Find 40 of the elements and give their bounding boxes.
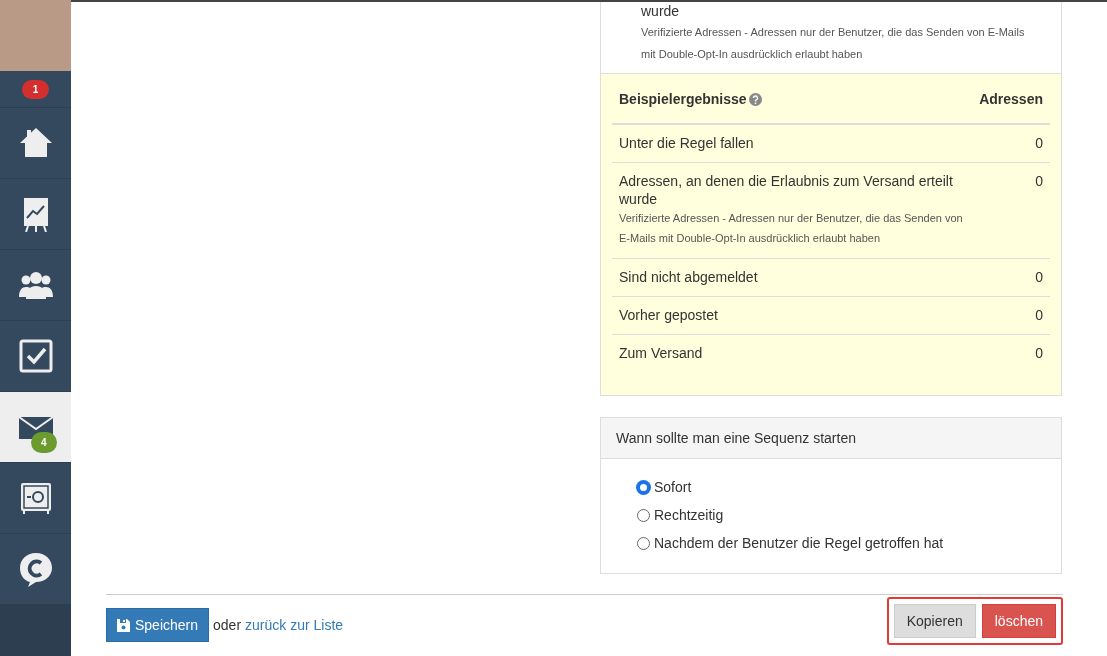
sidebar-item[interactable] <box>0 179 71 250</box>
column-header: Adressen <box>979 90 1043 109</box>
row-value: 0 <box>1035 344 1043 362</box>
back-to-list-link[interactable]: zurück zur Liste <box>245 614 344 636</box>
results-title: Beispielergebnisse <box>619 90 747 109</box>
row-value: 0 <box>1035 268 1043 286</box>
delete-button[interactable]: löschen <box>981 604 1056 638</box>
copy-button[interactable]: Kopieren <box>893 604 976 638</box>
row-label: Vorher gepostet <box>619 306 719 324</box>
row-label: Zum Versand <box>619 344 704 362</box>
option-label: Rechtzeitig <box>654 505 724 525</box>
notification-badge[interactable]: 1 <box>21 79 50 99</box>
checkbox-icon <box>17 338 54 374</box>
row-label: Sind nicht abgemeldet <box>619 268 759 286</box>
count-badge: 4 <box>31 432 57 453</box>
sidebar-item[interactable] <box>0 463 71 534</box>
row-value: 0 <box>1035 134 1043 152</box>
sidebar-item[interactable] <box>0 250 71 321</box>
rule-note: Verifizierte Adressen - Adressen nur der Benutzer, die das Senden von E-Mails mit Double-Opt-In ausdrücklich erlaubt haben <box>641 25 1026 62</box>
or-text: oder <box>213 615 242 635</box>
sidebar-item[interactable] <box>0 108 71 179</box>
sidebar-item[interactable] <box>0 321 71 392</box>
option-label: Nachdem der Benutzer die Regel getroffen hat <box>654 533 944 553</box>
row-note: Verifizierte Adressen - Adressen nur der Benutzer, die das Senden von E-Mails mit Double-Opt-In ausdrücklich erlaubt haben <box>619 211 964 246</box>
card-title: Wann sollte man eine Sequenz starten <box>601 418 1061 459</box>
photo-placeholder <box>0 0 71 71</box>
radio-button[interactable] <box>637 480 650 494</box>
sidebar-item[interactable]: 4 <box>0 392 71 463</box>
radio-button[interactable] <box>637 536 650 550</box>
rule-label: wurde <box>641 2 681 20</box>
row-value: 0 <box>1035 172 1043 191</box>
row-value: 0 <box>1035 306 1043 324</box>
chat-bubble-icon <box>17 551 54 587</box>
sidebar-item[interactable] <box>0 534 71 605</box>
row-label: Adressen, an denen die Erlaubnis zum Versand erteilt wurde <box>619 172 954 208</box>
help-icon[interactable] <box>748 93 762 106</box>
row-label: Unter die Regel fallen <box>619 134 755 152</box>
radio-button[interactable] <box>637 508 650 522</box>
save-button[interactable]: Speichern <box>106 608 210 642</box>
option-label: Sofort <box>654 477 692 497</box>
